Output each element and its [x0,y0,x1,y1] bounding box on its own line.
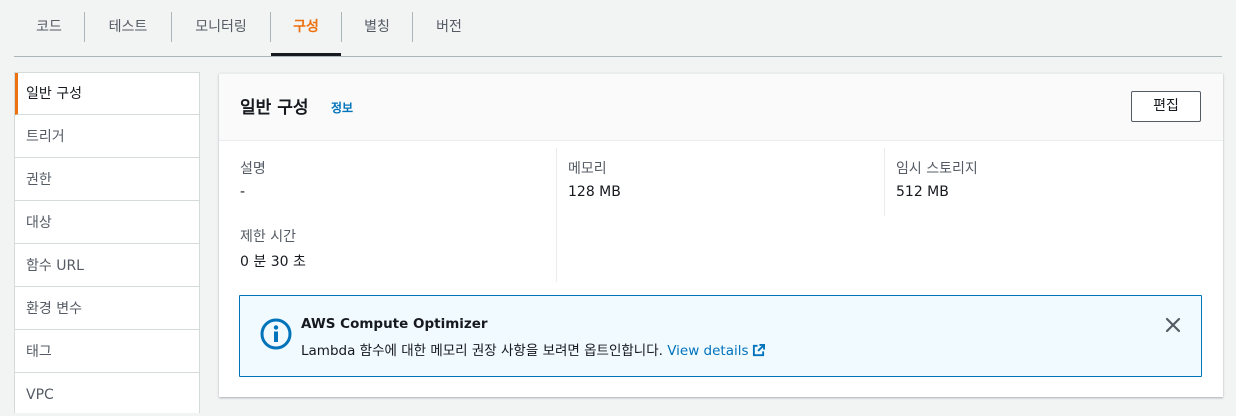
panel-title: 일반 구성 [240,98,309,118]
timeout-label: 제한 시간 [240,229,296,245]
tab-code[interactable]: 코드 [14,10,84,44]
ephemeral-storage-value: 512 MB [896,184,949,200]
column-divider [884,148,885,216]
close-icon[interactable] [1164,316,1182,334]
info-icon [260,318,292,350]
sidebar-item-destinations[interactable]: 대상 [15,202,199,244]
alert-message: Lambda 함수에 대한 메모리 권장 사항을 보려면 옵트인합니다. [301,343,663,359]
general-configuration-panel: 일반 구성 정보 편집 설명 - 메모리 128 MB 임시 스토리지 512 … [219,73,1223,397]
sidebar-item-permissions[interactable]: 권한 [15,159,199,201]
view-details-link[interactable]: View details [667,343,765,359]
tab-bar: 코드 테스트 모니터링 구성 별칭 버전 [14,0,1222,57]
tab-configuration[interactable]: 구성 [271,10,341,44]
sidebar-item-tags[interactable]: 태그 [15,331,199,373]
description-value: - [240,184,246,200]
info-link[interactable]: 정보 [331,99,353,116]
view-details-label: View details [667,343,749,359]
tab-monitoring[interactable]: 모니터링 [172,10,270,44]
sidebar-item-vpc[interactable]: VPC [15,374,199,416]
sidebar-item-environment-variables[interactable]: 환경 변수 [15,288,199,330]
memory-label: 메모리 [568,161,607,177]
config-sidebar: 일반 구성 트리거 권한 대상 함수 URL 환경 변수 태그 VPC [14,72,200,413]
active-tab-indicator [271,53,341,56]
tab-versions[interactable]: 버전 [413,10,485,44]
sidebar-item-triggers[interactable]: 트리거 [15,116,199,158]
description-label: 설명 [240,161,266,177]
tab-test[interactable]: 테스트 [85,10,171,44]
sidebar-item-function-url[interactable]: 함수 URL [15,245,199,287]
edit-button[interactable]: 편집 [1131,91,1201,122]
timeout-value: 0 분 30 초 [240,254,306,270]
tab-aliases[interactable]: 별칭 [342,10,412,44]
panel-header: 일반 구성 정보 편집 [219,74,1223,141]
column-divider [556,148,557,282]
alert-title: AWS Compute Optimizer [301,316,488,332]
alert-body: Lambda 함수에 대한 메모리 권장 사항을 보려면 옵트인합니다. Vie… [301,339,765,359]
sidebar-item-general-configuration[interactable]: 일반 구성 [15,73,199,115]
ephemeral-storage-label: 임시 스토리지 [896,161,978,177]
memory-value: 128 MB [568,184,621,200]
compute-optimizer-alert: AWS Compute Optimizer Lambda 함수에 대한 메모리 … [239,295,1202,377]
external-link-icon [752,344,765,357]
